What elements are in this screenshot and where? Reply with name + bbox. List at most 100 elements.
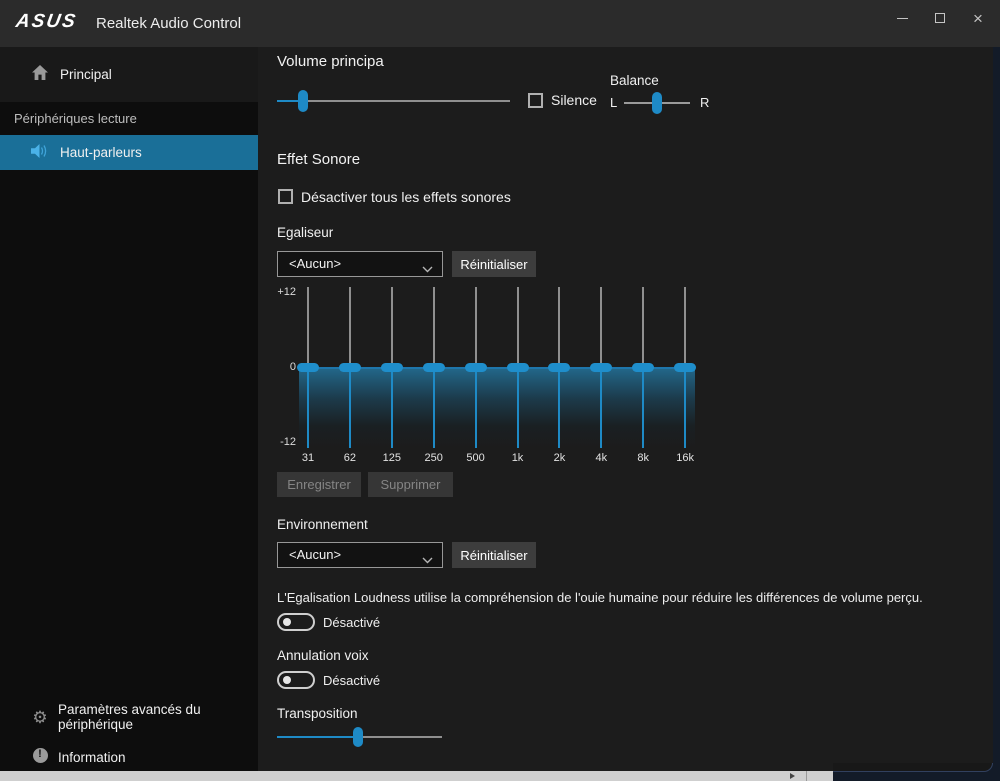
window-rounded-corner [833,763,993,772]
balance-label: Balance [610,73,659,88]
equalizer-reset-button[interactable]: Réinitialiser [452,251,536,277]
environment-preset-dropdown[interactable]: <Aucun> [277,542,443,568]
eq-band-4k: 4k [590,287,612,467]
eq-band-frequency-label: 1k [498,452,538,464]
eq-track-lower [517,368,519,449]
eq-scale-min: -12 [270,436,296,448]
transposition-label: Transposition [277,706,358,721]
loudness-toggle[interactable] [277,613,315,631]
eq-band-125: 125 [381,287,403,467]
environment-label: Environnement [277,517,368,532]
eq-track-lower [684,368,686,449]
balance-slider-handle[interactable] [652,92,662,114]
eq-track-upper [558,287,560,368]
eq-save-button[interactable]: Enregistrer [277,472,361,497]
sidebar: Principal Périphériques lecture Haut-par… [0,47,258,781]
volume-slider-track[interactable] [277,100,510,102]
eq-track-lower [642,368,644,449]
eq-band-handle[interactable] [465,363,487,372]
environment-preset-value: <Aucun> [289,547,341,562]
eq-track-lower [391,368,393,449]
main-volume-slider[interactable] [277,90,510,112]
eq-track-lower [475,368,477,449]
eq-band-handle[interactable] [632,363,654,372]
transposition-slider-handle[interactable] [353,727,363,747]
sidebar-item-principal[interactable]: Principal [0,57,258,91]
speaker-icon [30,144,50,161]
silence-checkbox[interactable] [528,93,543,108]
eq-band-frequency-label: 8k [623,452,663,464]
eq-band-handle[interactable] [423,363,445,372]
equalizer-preset-value: <Aucun> [289,256,341,271]
disable-all-effects-checkbox[interactable] [278,189,293,204]
asus-logo: ASUS [14,11,79,33]
eq-band-handle[interactable] [590,363,612,372]
transposition-slider[interactable] [277,727,442,747]
eq-delete-button[interactable]: Supprimer [368,472,453,497]
eq-band-1k: 1k [507,287,529,467]
gear-icon: ⚙ [30,709,50,726]
eq-band-handle[interactable] [507,363,529,372]
eq-band-frequency-label: 250 [414,452,454,464]
eq-band-frequency-label: 500 [456,452,496,464]
minimize-button[interactable] [884,2,920,34]
eq-band-frequency-label: 2k [539,452,579,464]
eq-band-handle[interactable] [674,363,696,372]
volume-section-title: Volume principa [277,53,384,70]
eq-band-16k: 16k [674,287,696,467]
balance-slider[interactable] [624,92,690,114]
info-icon [30,748,50,766]
minimize-icon [897,18,908,19]
sidebar-item-label: Principal [60,67,112,82]
home-icon [30,65,50,83]
toggle-knob [283,618,291,626]
eq-track-upper [433,287,435,368]
balance-left-label: L [610,95,617,110]
volume-slider-handle[interactable] [298,90,308,112]
loudness-state-label: Désactivé [323,615,380,630]
eq-track-upper [307,287,309,368]
eq-band-handle[interactable] [297,363,319,372]
eq-band-8k: 8k [632,287,654,467]
eq-band-500: 500 [465,287,487,467]
horizontal-scrollbar[interactable] [0,771,833,781]
eq-band-frequency-label: 16k [665,452,705,464]
eq-band-frequency-label: 125 [372,452,412,464]
sidebar-item-label: Paramètres avancés du périphérique [58,702,258,732]
eq-track-lower [558,368,560,449]
balance-right-label: R [700,95,709,110]
sound-effects-title: Effet Sonore [277,151,360,168]
environment-reset-button[interactable]: Réinitialiser [452,542,536,568]
close-button[interactable]: × [960,2,996,34]
eq-band-frequency-label: 31 [288,452,328,464]
eq-scale-mid: 0 [270,361,296,373]
eq-band-62: 62 [339,287,361,467]
eq-band-handle[interactable] [548,363,570,372]
eq-track-lower [600,368,602,449]
sidebar-section-label: Périphériques lecture [14,111,137,126]
eq-track-upper [642,287,644,368]
eq-band-frequency-label: 4k [581,452,621,464]
chevron-down-icon [422,260,433,278]
sidebar-item-information[interactable]: Information [0,740,258,774]
title-bar: ASUS Realtek Audio Control × [0,0,1000,47]
eq-track-upper [600,287,602,368]
scrollbar-arrow-icon [790,773,795,779]
voice-cancellation-label: Annulation voix [277,648,369,663]
sidebar-item-advanced-settings[interactable]: ⚙ Paramètres avancés du périphérique [0,700,258,734]
eq-scale-max: +12 [270,286,296,298]
window-title: Realtek Audio Control [96,15,241,32]
eq-track-upper [349,287,351,368]
toggle-knob [283,676,291,684]
loudness-description: L'Egalisation Loudness utilise la compré… [277,590,967,605]
equalizer-preset-dropdown[interactable]: <Aucun> [277,251,443,277]
equalizer-bands: 31621252505001k2k4k8k16k [308,287,686,467]
eq-band-handle[interactable] [381,363,403,372]
chevron-down-icon [422,551,433,569]
sidebar-item-label: Information [58,750,126,765]
eq-band-frequency-label: 62 [330,452,370,464]
eq-band-handle[interactable] [339,363,361,372]
maximize-button[interactable] [922,2,958,34]
voice-cancellation-toggle[interactable] [277,671,315,689]
sidebar-item-speakers[interactable]: Haut-parleurs [0,135,258,170]
